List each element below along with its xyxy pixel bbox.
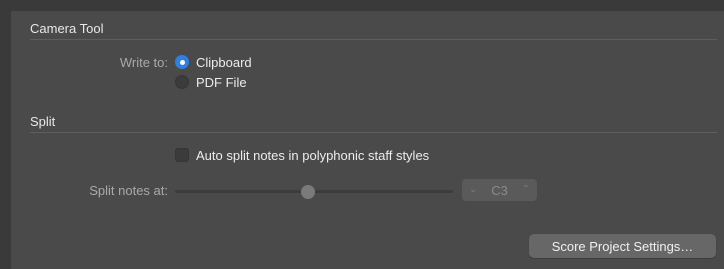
chevron-up-icon[interactable]: ⌃ bbox=[522, 185, 530, 195]
score-project-settings-button[interactable]: Score Project Settings… bbox=[529, 234, 716, 258]
write-to-label: Write to: bbox=[119, 55, 168, 70]
split-note-stepper[interactable]: ⌄ C3 ⌃ bbox=[462, 179, 537, 201]
auto-split-checkbox[interactable] bbox=[175, 148, 189, 162]
split-point-slider[interactable] bbox=[175, 184, 453, 199]
radio-option-pdf-file[interactable]: PDF File bbox=[175, 73, 247, 91]
slider-thumb[interactable] bbox=[301, 184, 316, 199]
pdf-file-radio[interactable] bbox=[175, 75, 189, 89]
split-section-title: Split bbox=[30, 114, 56, 129]
auto-split-option[interactable]: Auto split notes in polyphonic staff sty… bbox=[175, 146, 429, 164]
camera-tool-divider bbox=[30, 39, 717, 40]
split-note-value: C3 bbox=[491, 182, 508, 198]
clipboard-label: Clipboard bbox=[196, 54, 252, 70]
split-divider bbox=[30, 132, 717, 133]
clipboard-radio[interactable] bbox=[175, 55, 189, 69]
radio-option-clipboard[interactable]: Clipboard bbox=[175, 53, 252, 71]
auto-split-label: Auto split notes in polyphonic staff sty… bbox=[196, 147, 430, 163]
settings-panel: Camera Tool Write to: Clipboard PDF File… bbox=[11, 11, 724, 269]
split-notes-at-label: Split notes at: bbox=[89, 183, 168, 198]
camera-tool-section-title: Camera Tool bbox=[30, 21, 104, 36]
pdf-file-label: PDF File bbox=[196, 74, 247, 90]
chevron-down-icon[interactable]: ⌄ bbox=[469, 185, 477, 195]
